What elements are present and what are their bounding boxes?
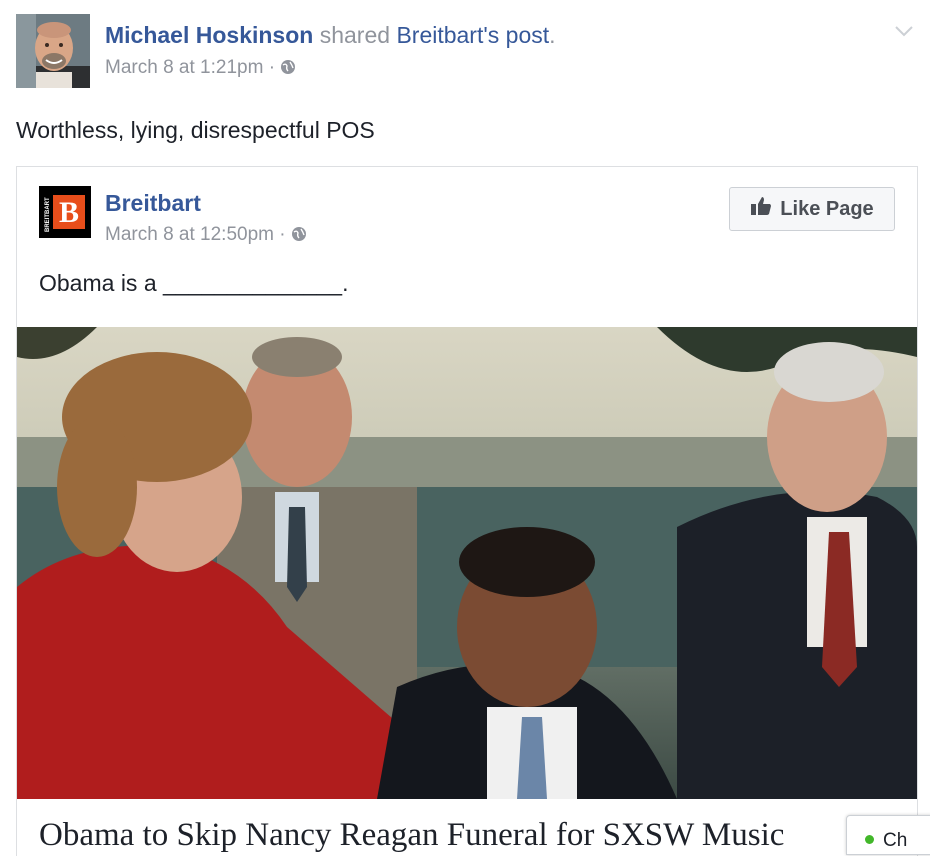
shared-verb: shared	[319, 22, 391, 48]
post-meta: March 8 at 1:21pm ·	[105, 56, 556, 82]
post-header-text: Michael Hoskinson shared Breitbart's pos…	[105, 20, 556, 82]
post-photo[interactable]	[17, 327, 917, 799]
avatar-photo	[16, 14, 90, 88]
post-message: Worthless, lying, disrespectful POS	[16, 117, 375, 143]
shared-post-card: B BREITBART Breitbart March 8 at 12:50pm…	[16, 166, 918, 856]
chat-label: Ch	[883, 830, 908, 851]
source-name[interactable]: Breitbart	[396, 22, 483, 48]
like-page-label: Like Page	[780, 197, 874, 220]
post-header: Michael Hoskinson shared Breitbart's pos…	[16, 14, 916, 94]
logo-letter: B	[59, 196, 79, 229]
meta-separator: ·	[268, 57, 276, 78]
post-link[interactable]: post	[506, 22, 549, 48]
byline-period: .	[549, 22, 556, 48]
source-name-link[interactable]: Breitbart's	[396, 22, 499, 48]
photo-image	[17, 327, 917, 799]
shared-post-header: Breitbart March 8 at 12:50pm ·	[105, 189, 307, 249]
avatar[interactable]	[16, 14, 90, 88]
page-name[interactable]: Breitbart	[105, 189, 307, 217]
source-possessive: 's	[483, 22, 500, 48]
logo-side-text: BREITBART	[45, 197, 51, 232]
shared-post-meta: March 8 at 12:50pm ·	[105, 223, 307, 249]
chevron-down-icon[interactable]	[894, 24, 914, 42]
article-headline[interactable]: Obama to Skip Nancy Reagan Funeral for S…	[39, 815, 919, 855]
chat-tab[interactable]: Ch	[846, 815, 930, 855]
thumbs-up-icon	[750, 196, 772, 222]
shared-post-timestamp[interactable]: March 8 at 12:50pm	[105, 224, 274, 245]
breitbart-logo[interactable]: B BREITBART	[39, 186, 91, 238]
author-name[interactable]: Michael Hoskinson	[105, 22, 313, 48]
like-page-button[interactable]: Like Page	[729, 187, 895, 231]
meta-separator: ·	[279, 224, 286, 245]
shared-post-message: Obama is a ______________.	[39, 270, 349, 296]
globe-icon[interactable]	[280, 58, 296, 82]
globe-icon[interactable]	[291, 225, 307, 249]
post-timestamp[interactable]: March 8 at 1:21pm	[105, 57, 263, 78]
post-byline: Michael Hoskinson shared Breitbart's pos…	[105, 20, 556, 50]
